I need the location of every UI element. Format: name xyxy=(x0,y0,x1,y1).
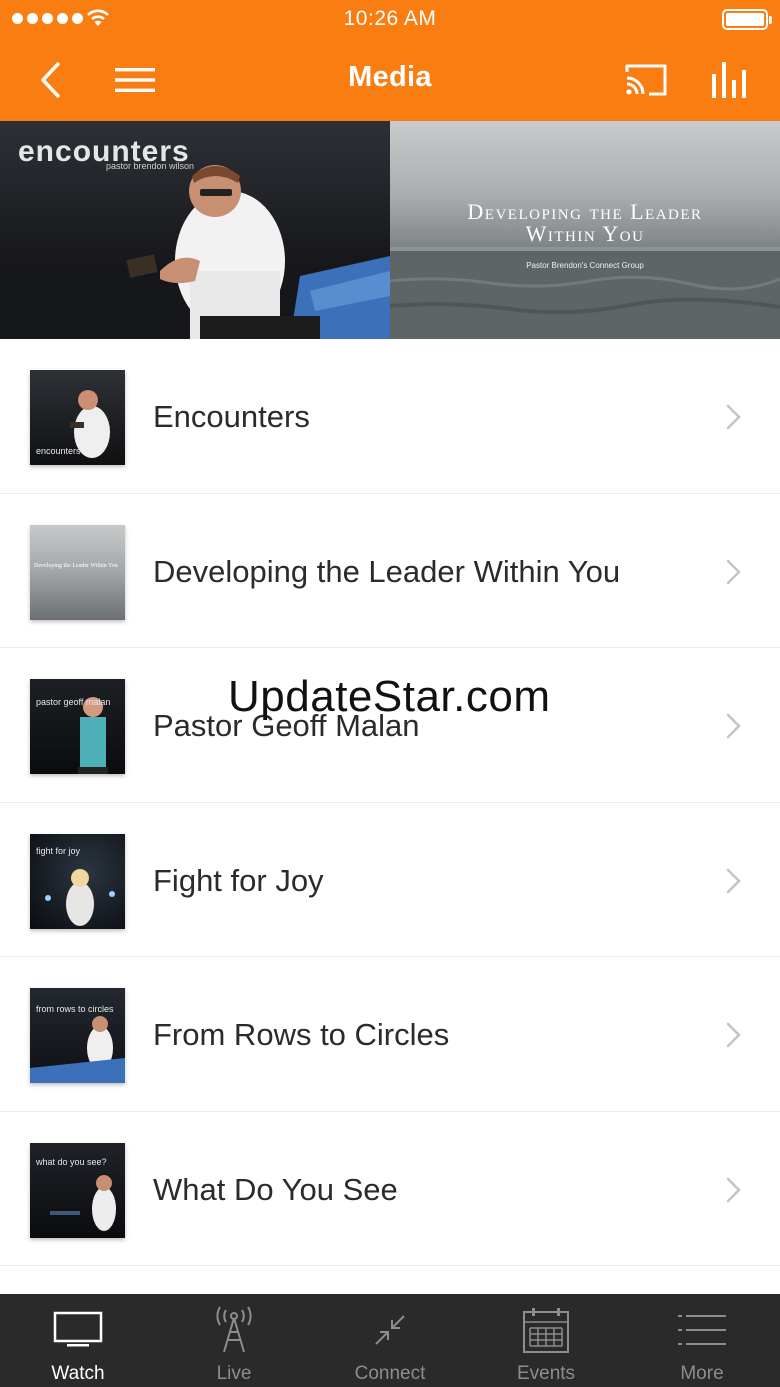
chevron-right-icon xyxy=(726,404,741,430)
list-item[interactable]: what do you see? What Do You See xyxy=(0,1111,780,1266)
tab-connect[interactable]: Connect xyxy=(312,1294,468,1387)
tab-more[interactable]: More xyxy=(624,1294,780,1387)
chevron-right-icon xyxy=(726,868,741,893)
bar-chart-icon xyxy=(712,62,746,98)
cast-button[interactable] xyxy=(620,52,672,108)
banner-title: Developing the Leader Within You xyxy=(467,199,703,246)
calendar-icon xyxy=(523,1308,569,1353)
list-icon xyxy=(678,1315,726,1345)
status-bar: 10:26 AM xyxy=(0,0,780,40)
hero-banners: encounters pastor brendon wilson Develop… xyxy=(0,121,780,339)
banner-encounters[interactable]: encounters pastor brendon wilson xyxy=(0,121,390,339)
thumbnail: encounters xyxy=(30,370,125,465)
broadcast-tower-icon xyxy=(216,1306,252,1353)
status-time: 10:26 AM xyxy=(343,7,437,30)
tab-events[interactable]: Events xyxy=(468,1294,624,1387)
tab-watch[interactable]: Watch xyxy=(0,1294,156,1387)
item-title: Encounters xyxy=(153,399,310,434)
chevron-right-icon xyxy=(726,559,741,584)
thumbnail: from rows to circles xyxy=(30,988,125,1083)
list-item[interactable]: Developing the Leader Within You Develop… xyxy=(0,493,780,648)
chevron-right-icon xyxy=(726,1022,741,1048)
banner-subtitle: pastor brendon wilson xyxy=(106,161,195,171)
item-title: From Rows to Circles xyxy=(153,1017,450,1052)
banner-developing-leader[interactable]: Developing the Leader Within You Pastor … xyxy=(390,121,780,339)
thumbnail: fight for joy xyxy=(30,833,125,929)
connect-arrows-icon xyxy=(375,1315,405,1345)
battery-icon xyxy=(722,9,772,30)
chevron-right-icon xyxy=(726,713,741,739)
list-item[interactable]: fight for joy Fight for Joy xyxy=(0,802,780,957)
watermark: UpdateStar.com xyxy=(228,672,551,721)
thumbnail: pastor geoff malan xyxy=(30,679,125,774)
item-title: What Do You See xyxy=(153,1171,398,1207)
tv-icon xyxy=(53,1311,103,1347)
cast-icon xyxy=(625,64,667,96)
thumbnail-image xyxy=(78,697,108,774)
media-list: encounters Encounters Developing the Lea… xyxy=(0,339,780,1266)
thumbnail-image xyxy=(30,1016,125,1083)
thumbnail: what do you see? xyxy=(30,1142,125,1238)
banner-subtitle: Pastor Brendon's Connect Group xyxy=(526,261,644,270)
list-item[interactable]: encounters Encounters xyxy=(0,339,780,494)
list-item[interactable]: from rows to circles From Rows to Circle… xyxy=(0,957,780,1112)
stats-button[interactable] xyxy=(706,52,752,108)
thumbnail: Developing the Leader Within You xyxy=(30,524,125,620)
chevron-right-icon xyxy=(726,1177,741,1202)
top-bar: 10:26 AM Media xyxy=(0,0,780,121)
item-title: Developing the Leader Within You xyxy=(153,553,621,589)
item-title: Fight for Joy xyxy=(153,862,324,898)
tab-bar: Watch Live Connect Events More xyxy=(0,1294,780,1387)
tab-live[interactable]: Live xyxy=(156,1294,312,1387)
